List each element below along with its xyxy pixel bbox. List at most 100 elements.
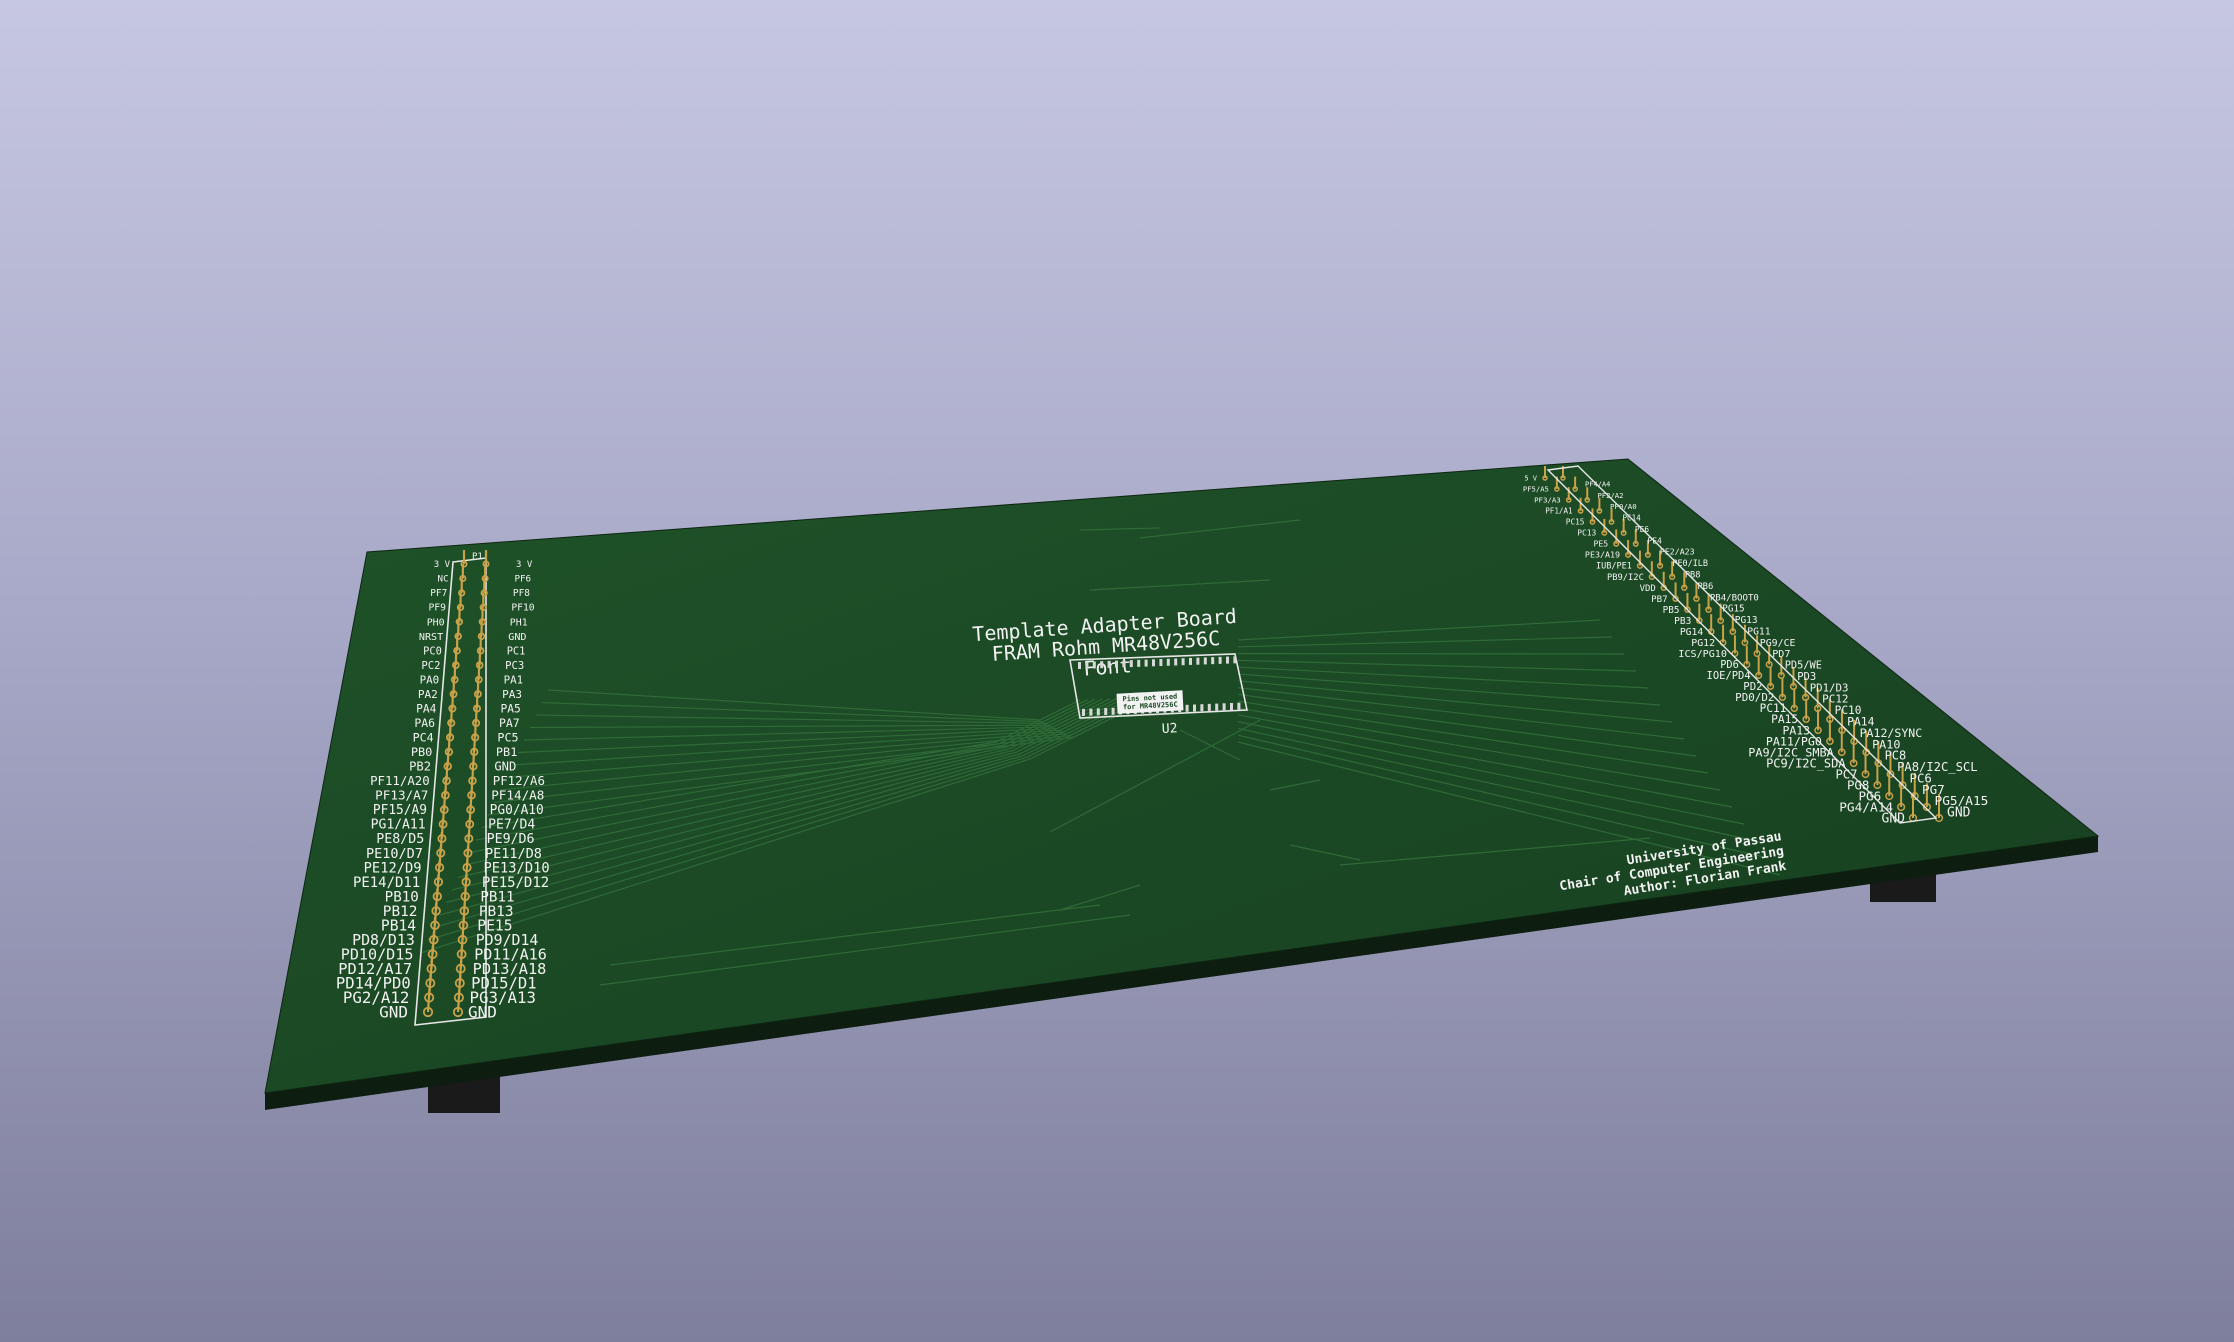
chip-pad bbox=[1203, 657, 1207, 665]
right-inner-pin-label: PE3/A19 bbox=[1585, 550, 1620, 560]
chip-pad bbox=[1092, 661, 1096, 669]
chip-pad bbox=[1115, 660, 1118, 668]
chip-pad bbox=[1193, 704, 1196, 712]
left-outer-pin-label: PG1/A11 bbox=[371, 818, 426, 833]
left-outer-pin-label: PF15/A9 bbox=[373, 803, 427, 818]
left-outer-pin-label: PA4 bbox=[416, 702, 437, 715]
chip-pad bbox=[1166, 658, 1170, 666]
left-outer-pin-label: PC0 bbox=[423, 645, 442, 657]
left-inner-pin-label: PE7/D4 bbox=[488, 818, 535, 833]
right-inner-pin-label: GND bbox=[1882, 812, 1906, 827]
chip-pad bbox=[1107, 660, 1111, 668]
left-inner-pin-label: PF12/A6 bbox=[493, 774, 545, 788]
right-inner-pin-label: PC9/I2C_SDA bbox=[1766, 756, 1846, 770]
chip-pad bbox=[1082, 709, 1085, 716]
left-inner-pin-label: PC5 bbox=[497, 731, 518, 745]
right-outer-pin-label: PB4/BOOT0 bbox=[1710, 593, 1759, 603]
left-inner-pin-label: PG0/A10 bbox=[490, 803, 544, 818]
chip-pad bbox=[1218, 656, 1222, 664]
right-outer-pin-label: PD5/WE bbox=[1785, 660, 1822, 672]
right-inner-pin-label: PB7 bbox=[1651, 595, 1667, 605]
chip-pad bbox=[1174, 658, 1178, 666]
chip-pad bbox=[1111, 707, 1115, 715]
chip-pad bbox=[1096, 708, 1100, 716]
left-inner-pin-label: PA3 bbox=[502, 688, 522, 701]
chip-pad bbox=[1226, 656, 1229, 664]
right-outer-pin-label: PG15 bbox=[1722, 604, 1744, 615]
left-outer-pin-label: PA2 bbox=[418, 688, 438, 701]
chip-pad bbox=[1207, 703, 1211, 711]
chip-pad bbox=[1189, 657, 1192, 665]
chip-pad bbox=[1129, 660, 1133, 668]
left-inner-pin-label: PA5 bbox=[501, 702, 521, 715]
left-inner-pin-label: PF10 bbox=[511, 603, 534, 614]
chip-pad bbox=[1211, 657, 1215, 665]
right-inner-pin-label: 5 V bbox=[1524, 474, 1537, 482]
right-inner-pin-label: PB9/I2C bbox=[1607, 573, 1644, 583]
chip-pad bbox=[1137, 659, 1141, 667]
right-inner-pin-label: PC13 bbox=[1577, 529, 1596, 538]
left-outer-pin-label: PB0 bbox=[411, 745, 433, 759]
left-inner-pin-label: PF6 bbox=[514, 574, 531, 585]
left-outer-pin-label: PH0 bbox=[427, 617, 445, 628]
left-inner-pin-label: PC1 bbox=[507, 645, 526, 657]
left-outer-pin-label: PF11/A20 bbox=[370, 774, 430, 788]
chip-pad bbox=[1089, 708, 1093, 716]
right-inner-pin-label: PF5/A5 bbox=[1523, 484, 1549, 493]
chip-pad bbox=[1215, 703, 1219, 711]
chip-pad bbox=[1078, 662, 1081, 669]
left-inner-pin-label: PA1 bbox=[504, 673, 524, 686]
chip-pad bbox=[1122, 660, 1126, 668]
chip-pad bbox=[1085, 661, 1089, 669]
chip-ref-label: U2 bbox=[1161, 721, 1177, 737]
right-outer-pin-label: PG9/CE bbox=[1760, 638, 1796, 649]
left-inner-pin-label: PA7 bbox=[499, 716, 520, 730]
left-header-ref: P1 bbox=[472, 552, 483, 562]
right-inner-pin-label: PB5 bbox=[1663, 605, 1680, 616]
left-outer-pin-label: PB2 bbox=[409, 760, 431, 774]
left-outer-pin-label: PF7 bbox=[430, 588, 447, 599]
left-inner-pin-label: PH1 bbox=[510, 617, 528, 628]
left-outer-pin-label: NRST bbox=[419, 632, 443, 643]
right-inner-pin-label: PE5 bbox=[1593, 539, 1608, 549]
left-outer-pin-label: PC4 bbox=[413, 731, 434, 745]
chip-pad bbox=[1104, 708, 1108, 716]
chip-pad bbox=[1100, 661, 1104, 669]
left-outer-pin-label: GND bbox=[379, 1003, 408, 1022]
right-outer-pin-label: PD7 bbox=[1772, 649, 1790, 660]
chip-pad bbox=[1233, 656, 1237, 664]
left-outer-pin-label: PF9 bbox=[428, 603, 446, 614]
left-outer-pin-label: PC2 bbox=[421, 660, 440, 672]
left-inner-pin-label: PC3 bbox=[505, 660, 524, 672]
left-inner-pin-label: PF14/A8 bbox=[491, 788, 544, 803]
chip-pad bbox=[1159, 659, 1163, 667]
right-inner-pin-label: PF3/A3 bbox=[1534, 496, 1561, 505]
chip-pad bbox=[1152, 659, 1155, 667]
right-inner-pin-label: PB3 bbox=[1674, 616, 1691, 627]
chip-pad bbox=[1222, 703, 1226, 711]
chip-pad bbox=[1237, 702, 1241, 710]
right-inner-pin-label: PG14 bbox=[1680, 627, 1703, 638]
chip-pad bbox=[1230, 703, 1233, 710]
right-inner-pin-label: VDD bbox=[1640, 584, 1656, 594]
chip-pad bbox=[1196, 657, 1200, 665]
left-outer-pin-label: PA0 bbox=[420, 673, 440, 686]
left-inner-pin-label: 3 V bbox=[516, 560, 533, 570]
chip-pad bbox=[1200, 704, 1204, 712]
chip-pad bbox=[1181, 658, 1185, 666]
right-outer-pin-label: GND bbox=[1947, 806, 1971, 821]
chip-pad bbox=[1144, 659, 1148, 667]
left-outer-pin-label: PA6 bbox=[414, 716, 435, 730]
left-inner-pin-label: GND bbox=[508, 632, 526, 643]
right-inner-pin-label: PF1/A1 bbox=[1545, 507, 1573, 516]
left-inner-pin-label: PF8 bbox=[513, 588, 530, 599]
right-inner-pin-label: IUB/PE1 bbox=[1596, 562, 1632, 572]
chip-pad bbox=[1185, 704, 1189, 712]
left-outer-pin-label: PF13/A7 bbox=[375, 788, 428, 803]
left-inner-pin-label: PB1 bbox=[496, 745, 518, 759]
right-inner-pin-label: PG12 bbox=[1691, 638, 1715, 649]
left-inner-pin-label: GND bbox=[494, 760, 516, 774]
pcb-3d-viewport[interactable]: P1 3 VNCPF7PF9PH0NRSTPC0PC2PA0PA2PA4PA6P… bbox=[0, 0, 2234, 1342]
left-outer-pin-label: 3 V bbox=[434, 560, 451, 570]
right-inner-pin-label: PC15 bbox=[1566, 518, 1585, 527]
